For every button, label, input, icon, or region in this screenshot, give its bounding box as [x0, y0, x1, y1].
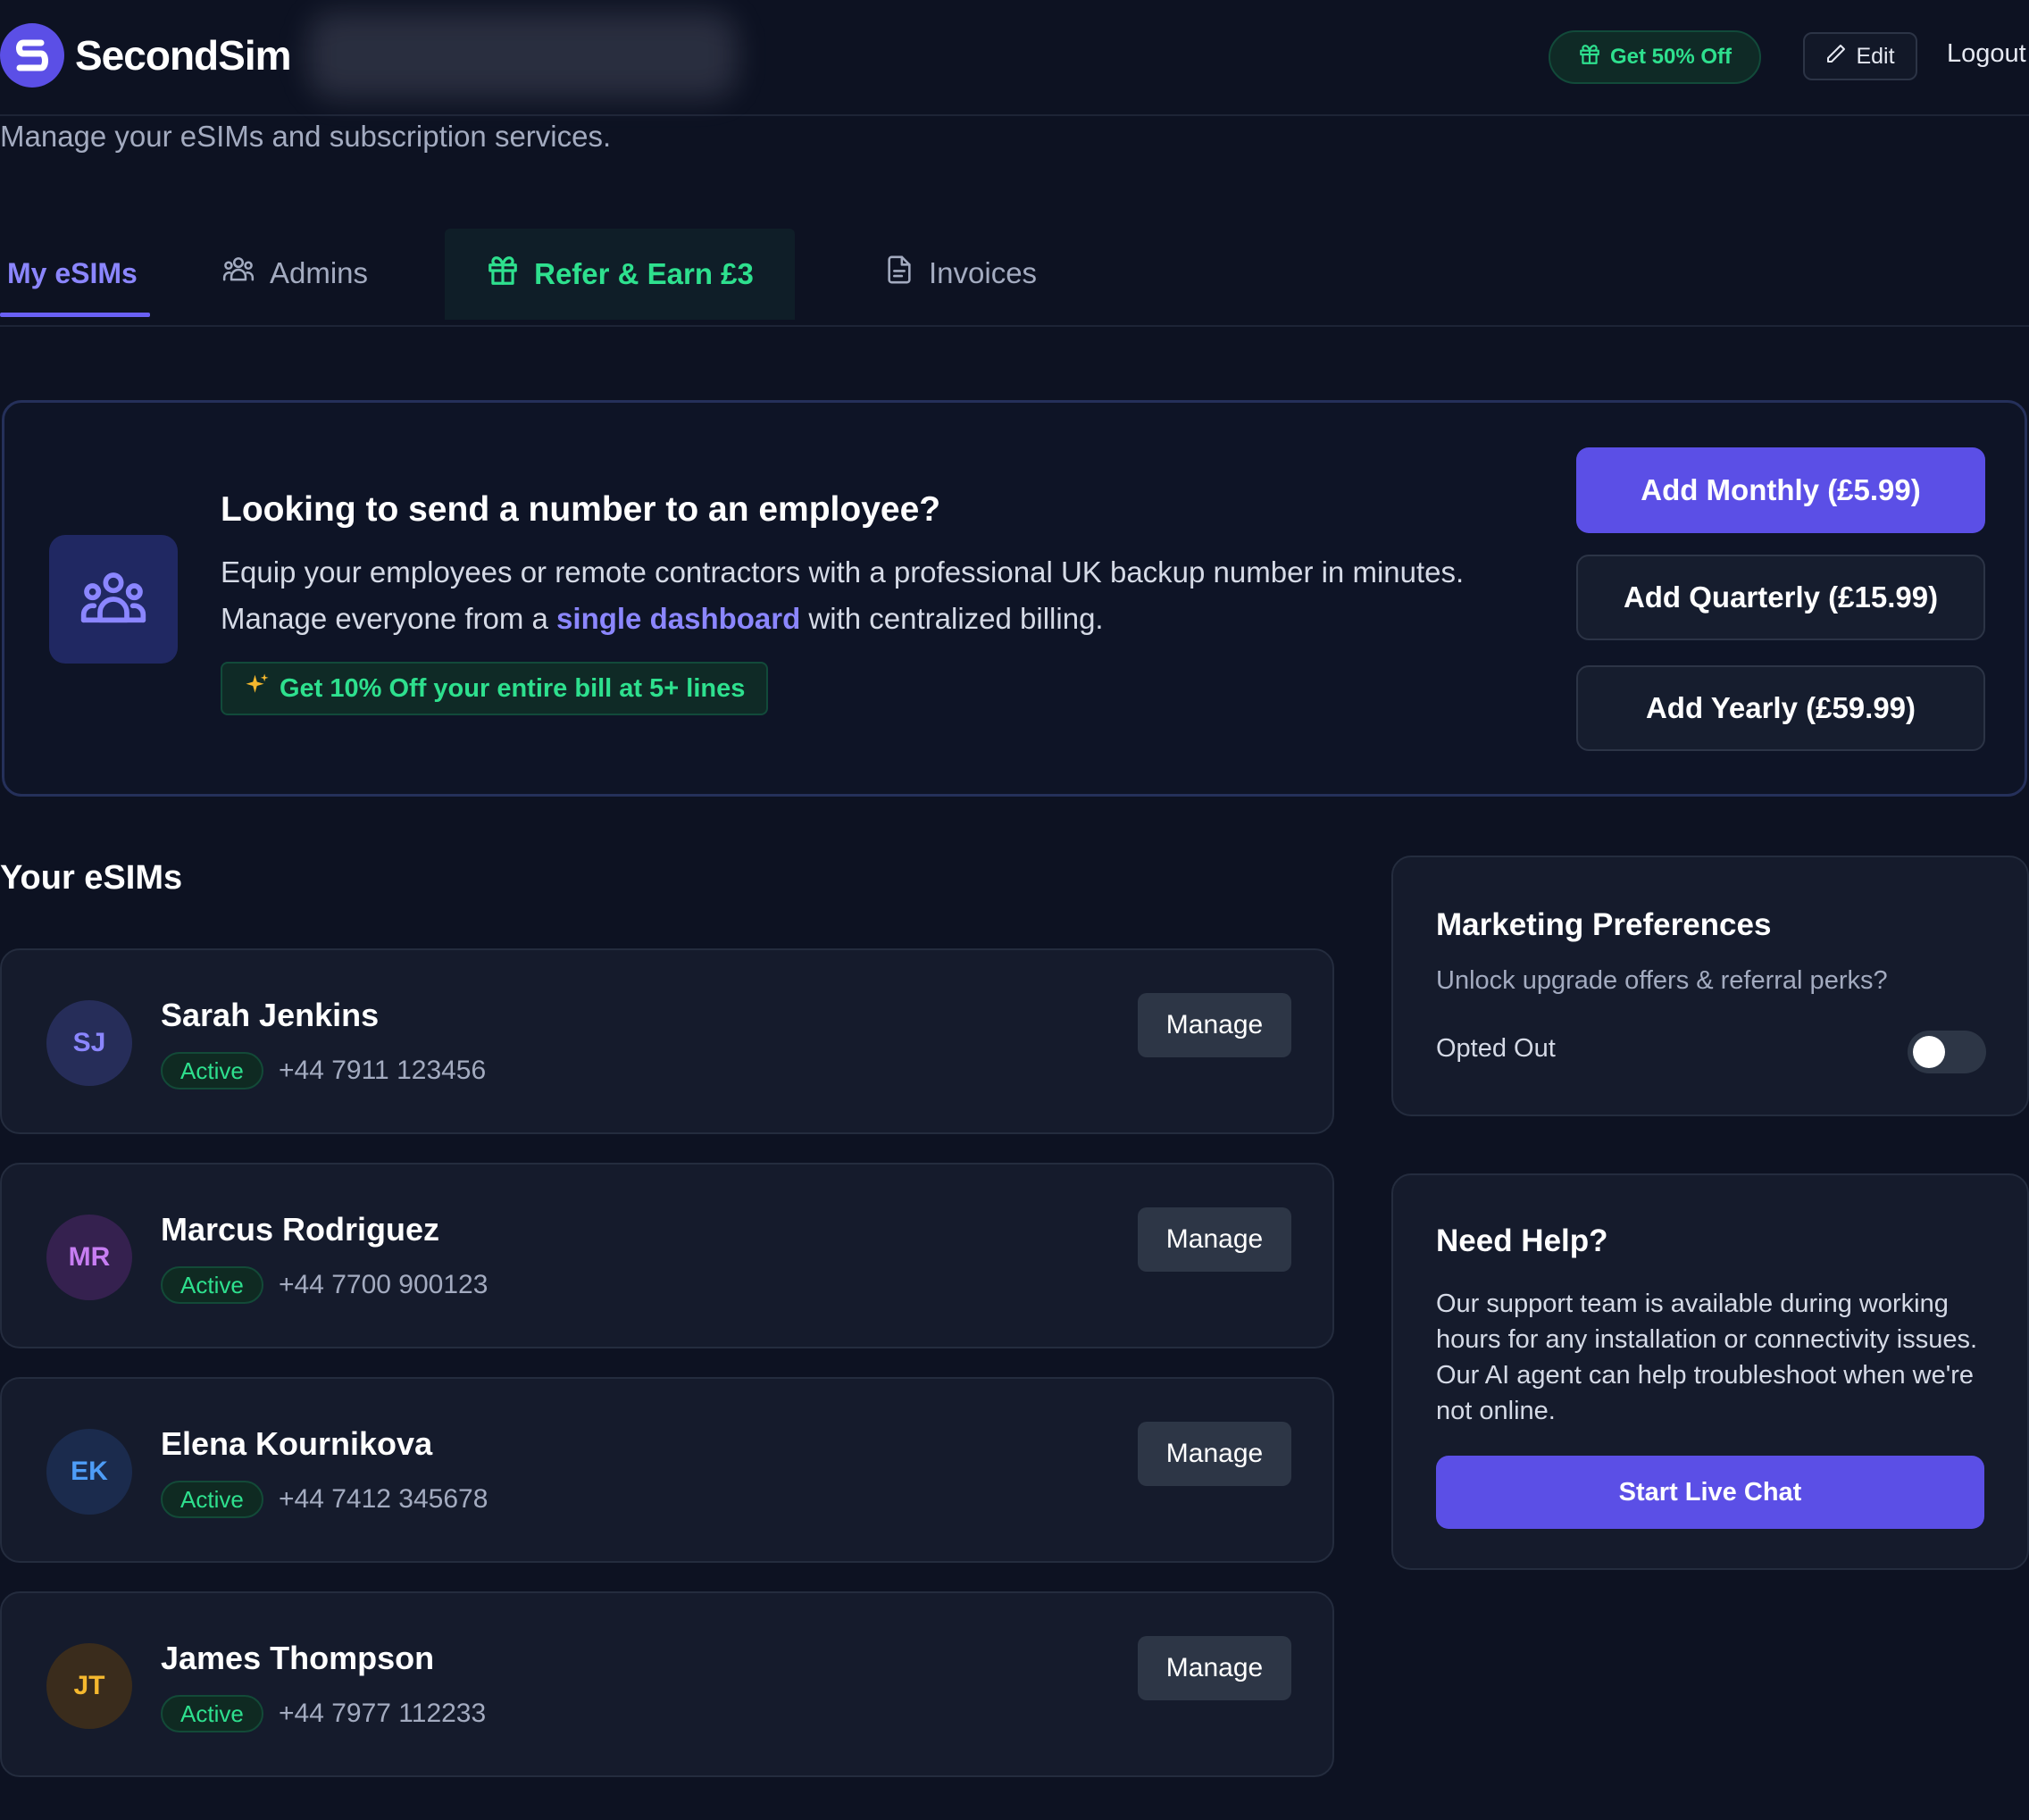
tab-my-esims[interactable]: My eSIMs — [0, 229, 150, 318]
active-tab-indicator — [0, 313, 150, 317]
help-title: Need Help? — [1436, 1223, 1608, 1258]
gift-icon — [486, 254, 520, 295]
users-icon — [221, 253, 255, 294]
esim-card: JT James Thompson Active +44 7977 112233… — [0, 1591, 1334, 1777]
tab-label: Refer & Earn £3 — [534, 257, 754, 290]
marketing-preferences-panel: Marketing Preferences Unlock upgrade off… — [1391, 856, 2029, 1116]
document-icon — [884, 253, 914, 294]
avatar: EK — [46, 1429, 132, 1515]
logout-link[interactable]: Logout — [1947, 39, 2026, 69]
esim-owner-name: James Thompson — [161, 1640, 435, 1676]
add-monthly-button[interactable]: Add Monthly (£5.99) — [1576, 447, 1985, 533]
esim-card: MR Marcus Rodriguez Active +44 7700 9001… — [0, 1163, 1334, 1348]
brand-name: SecondSim — [75, 32, 292, 79]
promo-line-1: Equip your employees or remote contracto… — [221, 555, 1465, 589]
tab-label: Admins — [270, 256, 369, 289]
edit-label: Edit — [1856, 43, 1895, 69]
get-discount-button[interactable]: Get 50% Off — [1549, 30, 1761, 84]
toggle-knob — [1913, 1036, 1945, 1068]
esim-owner-name: Elena Kournikova — [161, 1425, 433, 1462]
promo-line-2-start: Manage everyone from a — [221, 602, 557, 635]
esim-owner-name: Sarah Jenkins — [161, 997, 380, 1033]
esim-card: EK Elena Kournikova Active +44 7412 3456… — [0, 1377, 1334, 1563]
discount-badge-label: Get 10% Off your entire bill at 5+ lines — [280, 673, 746, 703]
esim-owner-name: Marcus Rodriguez — [161, 1211, 440, 1248]
esim-card: SJ Sarah Jenkins Active +44 7911 123456 … — [0, 948, 1334, 1134]
sparkles-icon — [244, 672, 271, 705]
avatar: SJ — [46, 1000, 132, 1086]
gift-icon — [1578, 43, 1601, 72]
phone-number: +44 7977 112233 — [279, 1699, 487, 1728]
page-subtitle: Manage your eSIMs and subscription servi… — [0, 120, 612, 153]
tab-bar: My eSIMs Admins Refer & Earn £3 Invoices — [0, 229, 2029, 327]
phone-number: +44 7911 123456 — [279, 1056, 487, 1085]
brand-logo[interactable]: SecondSim — [0, 23, 292, 88]
promo-description: Equip your employees or remote contracto… — [221, 549, 1542, 642]
tab-admins[interactable]: Admins — [221, 229, 368, 318]
status-badge: Active — [161, 1052, 263, 1089]
promo-title: Looking to send a number to an employee? — [221, 490, 941, 529]
phone-number: +44 7412 345678 — [279, 1484, 488, 1514]
blurred-region — [308, 13, 737, 98]
manage-button[interactable]: Manage — [1138, 1636, 1291, 1700]
esims-section-title: Your eSIMs — [0, 859, 183, 897]
status-badge: Active — [161, 1481, 263, 1518]
start-live-chat-button[interactable]: Start Live Chat — [1436, 1456, 1984, 1529]
top-header: SecondSim Get 50% Off Edit Logout — [0, 0, 2029, 116]
marketing-title: Marketing Preferences — [1436, 907, 1772, 942]
manage-button[interactable]: Manage — [1138, 1422, 1291, 1486]
marketing-description: Unlock upgrade offers & referral perks? — [1436, 966, 1888, 995]
avatar: JT — [46, 1643, 132, 1729]
discount-badge: Get 10% Off your entire bill at 5+ lines — [221, 662, 769, 715]
need-help-panel: Need Help? Our support team is available… — [1391, 1173, 2029, 1570]
promo-line-2-end: with centralized billing. — [800, 602, 1104, 635]
marketing-status: Opted Out — [1436, 1034, 1556, 1063]
team-icon — [49, 535, 178, 664]
phone-number: +44 7700 900123 — [279, 1270, 488, 1299]
logo-s-icon — [0, 23, 64, 88]
single-dashboard-link[interactable]: single dashboard — [556, 602, 800, 635]
avatar: MR — [46, 1215, 132, 1300]
pencil-icon — [1825, 43, 1847, 71]
status-badge: Active — [161, 1695, 263, 1732]
help-description: Our support team is available during wor… — [1436, 1290, 1978, 1425]
add-quarterly-button[interactable]: Add Quarterly (£15.99) — [1576, 555, 1985, 640]
manage-button[interactable]: Manage — [1138, 993, 1291, 1057]
marketing-toggle[interactable] — [1908, 1031, 1986, 1073]
offer-label: Get 50% Off — [1609, 45, 1733, 69]
status-badge: Active — [161, 1266, 263, 1304]
tab-refer-earn[interactable]: Refer & Earn £3 — [445, 229, 795, 320]
manage-button[interactable]: Manage — [1138, 1207, 1291, 1272]
tab-invoices[interactable]: Invoices — [884, 229, 1037, 318]
edit-button[interactable]: Edit — [1803, 32, 1917, 80]
tab-label: Invoices — [929, 256, 1038, 289]
employee-promo-card: Looking to send a number to an employee?… — [2, 400, 2027, 797]
tab-label: My eSIMs — [7, 256, 138, 289]
add-yearly-button[interactable]: Add Yearly (£59.99) — [1576, 665, 1985, 751]
